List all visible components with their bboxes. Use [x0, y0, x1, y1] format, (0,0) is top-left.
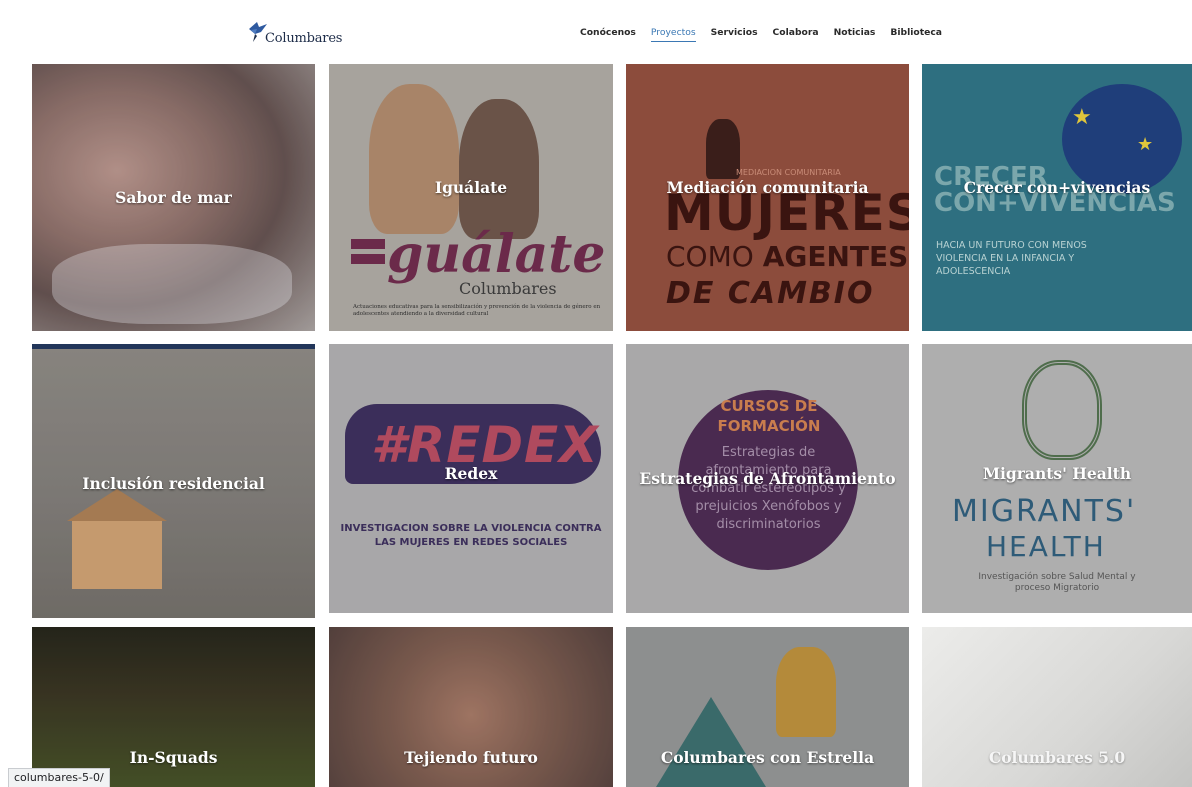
project-title: Crecer con+vivencias [963, 178, 1151, 197]
columbares-logo[interactable]: Columbares [247, 20, 343, 46]
project-title: In-Squads [129, 747, 218, 767]
nav-noticias[interactable]: Noticias [834, 27, 876, 42]
estrategias-head: CURSOS DE FORMACIÓN [717, 397, 821, 435]
project-title: Columbares con Estrella [660, 747, 875, 767]
project-card-redex[interactable]: #REDEX INVESTIGACION SOBRE LA VIOLENCIA … [329, 344, 613, 613]
project-card-in-squads[interactable]: In-Squads [32, 627, 315, 787]
star-icon: ★ [1072, 104, 1092, 129]
project-title: Inclusión residencial [82, 474, 265, 493]
logo-text: Columbares [265, 31, 343, 46]
project-card-inclusion-residencial[interactable]: Inclusión residencial [32, 344, 315, 618]
project-card-migrants-health[interactable]: MIGRANTS' HEALTH Investigación sobre Sal… [922, 344, 1192, 613]
link-status-bar: columbares-5-0/ [8, 768, 110, 787]
house-icon [72, 519, 162, 589]
migrants-word2: HEALTH [986, 530, 1106, 563]
mediacion-line2: COMO AGENTES [666, 240, 908, 273]
project-title: Iguálate [434, 178, 508, 197]
project-title: Tejiendo futuro [404, 747, 538, 767]
nav-biblioteca[interactable]: Biblioteca [890, 27, 942, 42]
megaphone-icon [706, 119, 740, 179]
dove-icon [247, 20, 269, 44]
project-title: Redex [444, 464, 498, 483]
project-card-columbares-con-estrella[interactable]: Columbares con Estrella [626, 627, 909, 787]
project-title: Sabor de mar [115, 188, 232, 207]
mediacion-line2b: AGENTES [762, 240, 909, 273]
project-card-tejiendo-futuro[interactable]: Tejiendo futuro [329, 627, 613, 787]
nav-conocenos[interactable]: Conócenos [580, 27, 636, 42]
project-title: Estrategias de Afrontamiento [639, 469, 896, 488]
project-card-crecer-convivencias[interactable]: ★ ★ CRECER CON+VIVENCIAS HACIA UN FUTURO… [922, 64, 1192, 331]
fingerprint-icon [1022, 360, 1102, 460]
migrants-sub: Investigación sobre Salud Mental y proce… [978, 572, 1136, 593]
project-card-igualate[interactable]: guálate Columbares Actuaciones educativa… [329, 64, 613, 331]
mediacion-line2a: COMO [666, 240, 763, 273]
project-card-estrategias[interactable]: CURSOS DE FORMACIÓN Estrategias de afron… [626, 344, 909, 613]
migrants-word1: MIGRANTS' [952, 494, 1137, 529]
estrategias-body: Estrategias de afrontamiento para combat… [691, 445, 846, 532]
project-title: Columbares 5.0 [988, 747, 1126, 767]
star-icon: ★ [1137, 134, 1154, 154]
crecer-sub: HACIA UN FUTURO CON MENOS VIOLENCIA EN L… [936, 240, 1087, 277]
igualate-wordmark: guálate [387, 224, 606, 285]
mediacion-line3: DE CAMBIO [666, 276, 875, 311]
project-card-mediacion-comunitaria[interactable]: MEDIACION COMUNITARIA MUJERES COMO AGENT… [626, 64, 909, 331]
redex-sub: INVESTIGACION SOBRE LA VIOLENCIA CONTRA … [340, 523, 602, 548]
site-header: Columbares Conócenos Proyectos Servicios… [0, 0, 1192, 64]
main-nav: Conócenos Proyectos Servicios Colabora N… [580, 27, 957, 42]
project-card-sabor-de-mar[interactable]: Sabor de mar [32, 64, 315, 331]
project-title: Migrants' Health [982, 464, 1132, 483]
igualate-caption: Actuaciones educativas para la sensibili… [353, 304, 601, 317]
mediacion-small-text: MEDIACION COMUNITARIA [736, 168, 841, 177]
nav-proyectos[interactable]: Proyectos [650, 27, 696, 42]
nav-servicios[interactable]: Servicios [711, 27, 758, 42]
project-card-columbares-5-0[interactable]: Columbares 5.0 [922, 627, 1192, 787]
igualate-brand: Columbares [459, 279, 557, 298]
project-title: Mediación comunitaria [666, 178, 869, 197]
nav-colabora[interactable]: Colabora [773, 27, 819, 42]
